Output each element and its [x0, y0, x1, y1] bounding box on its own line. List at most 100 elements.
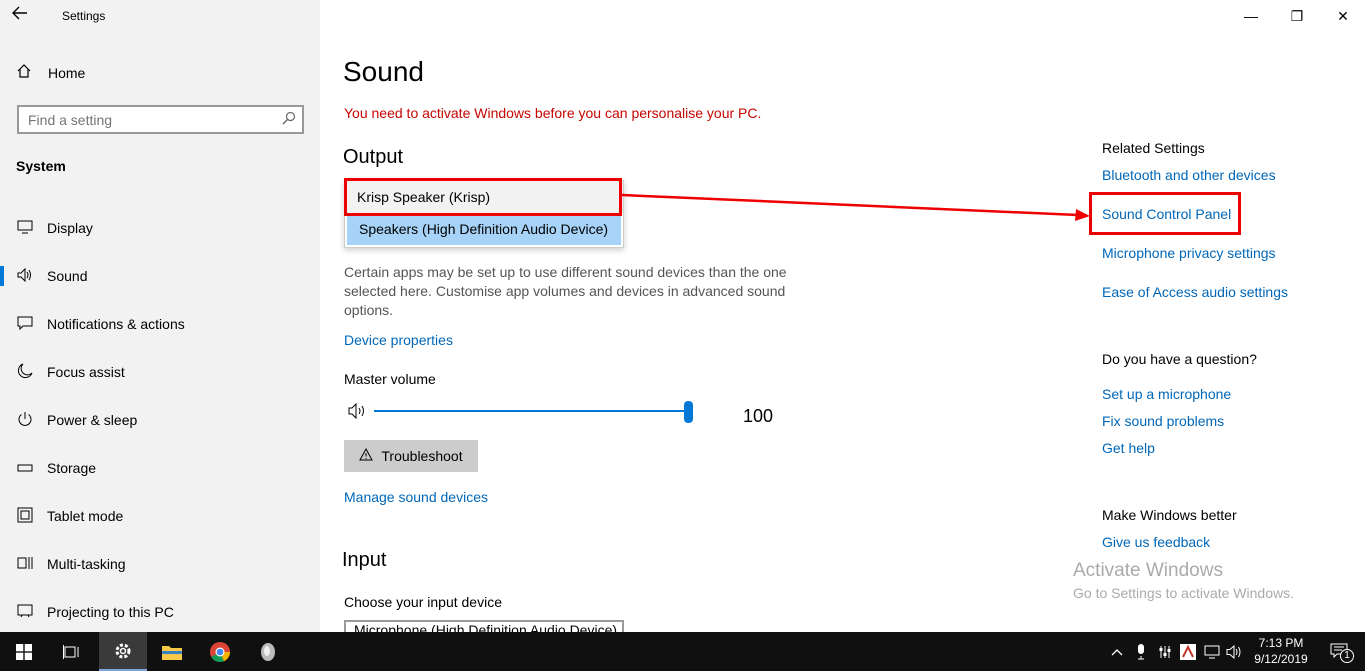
bluetooth-devices-link[interactable]: Bluetooth and other devices — [1102, 167, 1276, 183]
app-taskbar-button[interactable] — [244, 632, 292, 671]
sidebar-item-label: Storage — [47, 460, 97, 476]
show-hidden-icons-button[interactable] — [1106, 632, 1128, 671]
microphone-tray-button[interactable] — [1130, 632, 1152, 671]
master-volume-label: Master volume — [344, 371, 436, 387]
volume-slider-thumb[interactable] — [684, 401, 693, 423]
power-icon — [16, 411, 34, 430]
home-label: Home — [48, 65, 86, 81]
chrome-button[interactable] — [196, 632, 244, 671]
close-button[interactable]: ✕ — [1320, 0, 1365, 32]
gear-icon — [115, 643, 131, 658]
volume-tray-button[interactable] — [1224, 632, 1246, 671]
speaker-icon — [16, 267, 34, 285]
sidebar-item-display[interactable]: Display — [0, 204, 320, 252]
sidebar-item-label: Display — [47, 220, 93, 236]
sidebar-item-sound[interactable]: Sound — [0, 252, 320, 300]
microphone-icon — [1138, 643, 1144, 659]
activation-watermark-subtitle: Go to Settings to activate Windows. — [1073, 585, 1294, 601]
sidebar-item-label: Projecting to this PC — [47, 604, 174, 620]
volume-slider-track[interactable] — [374, 410, 689, 412]
folder-icon — [162, 645, 182, 660]
output-description: Certain apps may be set up to use differ… — [344, 264, 787, 318]
chrome-icon — [210, 641, 231, 662]
activation-warning: You need to activate Windows before you … — [344, 105, 762, 121]
sidebar-item-label: Power & sleep — [47, 412, 138, 428]
app-tray-button[interactable] — [1177, 632, 1199, 671]
question-heading: Do you have a question? — [1102, 351, 1257, 367]
sidebar-item-power-sleep[interactable]: Power & sleep — [0, 396, 320, 444]
fix-sound-link[interactable]: Fix sound problems — [1102, 413, 1224, 429]
network-tray-button[interactable] — [1201, 632, 1223, 671]
highlight-box-sound-control-panel — [1089, 192, 1241, 235]
input-heading: Input — [342, 549, 387, 571]
sidebar-item-label: Tablet mode — [47, 508, 124, 524]
notifications-icon — [16, 316, 34, 333]
settings-taskbar-button[interactable] — [99, 632, 147, 671]
related-settings-heading: Related Settings — [1102, 140, 1205, 156]
search-box[interactable] — [17, 105, 304, 134]
home-link[interactable]: Home — [16, 62, 85, 84]
projector-icon — [16, 604, 34, 621]
arrow-left-icon — [12, 6, 27, 20]
output-heading: Output — [343, 146, 404, 168]
tray-app-icon — [1180, 643, 1196, 660]
sidebar-item-label: Focus assist — [47, 364, 125, 380]
home-icon — [16, 63, 34, 83]
activation-watermark-title: Activate Windows — [1073, 560, 1223, 581]
input-device-label: Choose your input device — [344, 594, 502, 610]
display-icon — [16, 220, 34, 237]
taskbar: 7:13 PM 9/12/2019 1 — [0, 632, 1365, 671]
sidebar: Settings Home System Display Sound — [0, 0, 320, 632]
feedback-link[interactable]: Give us feedback — [1102, 534, 1210, 550]
device-properties-link[interactable]: Device properties — [344, 332, 453, 348]
notification-count-badge: 1 — [1340, 649, 1354, 663]
sidebar-item-multitasking[interactable]: Multi-tasking — [0, 540, 320, 588]
taskbar-clock[interactable]: 7:13 PM 9/12/2019 — [1246, 635, 1316, 667]
close-icon: ✕ — [1337, 7, 1349, 24]
sidebar-item-notifications[interactable]: Notifications & actions — [0, 300, 320, 348]
section-title: System — [16, 158, 66, 174]
search-icon — [282, 111, 296, 128]
multitasking-icon — [16, 555, 34, 574]
tablet-icon — [16, 507, 34, 526]
manage-sound-devices-link[interactable]: Manage sound devices — [344, 489, 488, 505]
task-view-icon — [63, 644, 79, 659]
task-view-button[interactable] — [48, 632, 96, 671]
maximize-button[interactable]: ❐ — [1274, 0, 1320, 32]
search-input[interactable] — [19, 107, 269, 132]
file-explorer-button[interactable] — [148, 632, 196, 671]
minimize-icon: — — [1244, 8, 1258, 24]
title-bar: Settings — [0, 0, 320, 32]
page-title: Sound — [343, 56, 424, 87]
sidebar-item-storage[interactable]: Storage — [0, 444, 320, 492]
start-button[interactable] — [0, 632, 48, 671]
ease-of-access-audio-link[interactable]: Ease of Access audio settings — [1102, 284, 1288, 300]
action-center-button[interactable]: 1 — [1320, 632, 1360, 671]
volume-tray-icon — [1226, 644, 1241, 659]
back-button[interactable] — [12, 6, 36, 26]
windows-icon — [16, 643, 32, 660]
sliders-icon — [1159, 645, 1171, 658]
highlight-box-krisp — [344, 178, 622, 216]
sidebar-item-focus-assist[interactable]: Focus assist — [0, 348, 320, 396]
get-help-link[interactable]: Get help — [1102, 440, 1155, 456]
microphone-privacy-link[interactable]: Microphone privacy settings — [1102, 245, 1276, 261]
clock-time: 7:13 PM — [1258, 636, 1304, 650]
storage-icon — [16, 460, 34, 476]
sidebar-item-label: Notifications & actions — [47, 316, 185, 332]
warning-icon — [359, 447, 374, 464]
sidebar-item-tablet-mode[interactable]: Tablet mode — [0, 492, 320, 540]
clock-date: 9/12/2019 — [1254, 652, 1308, 666]
minimize-button[interactable]: — — [1228, 0, 1274, 32]
annotation-arrow-icon — [621, 193, 1090, 221]
output-option-speakers[interactable]: Speakers (High Definition Audio Device) — [347, 213, 621, 245]
sidebar-item-label: Multi-tasking — [47, 556, 126, 572]
setup-microphone-link[interactable]: Set up a microphone — [1102, 386, 1231, 402]
volume-icon[interactable] — [348, 402, 370, 423]
make-windows-better-heading: Make Windows better — [1102, 507, 1237, 523]
sliders-tray-button[interactable] — [1154, 632, 1176, 671]
sidebar-item-projecting[interactable]: Projecting to this PC — [0, 588, 320, 636]
moon-icon — [16, 363, 34, 382]
troubleshoot-button[interactable]: Troubleshoot — [344, 440, 478, 472]
chevron-up-icon — [1111, 648, 1123, 655]
